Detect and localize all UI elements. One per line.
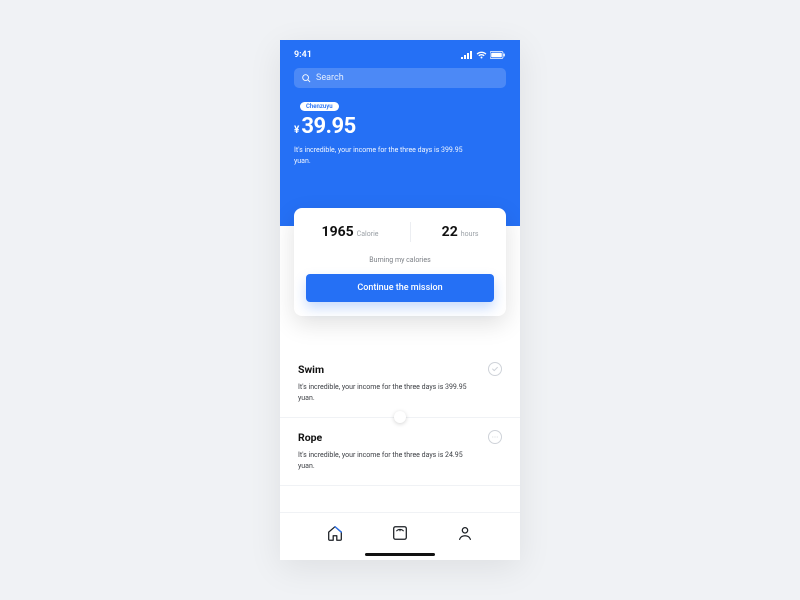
search-icon — [302, 74, 311, 83]
tab-profile[interactable] — [456, 524, 474, 542]
balance-subtitle: It's incredible, your income for the thr… — [294, 145, 464, 166]
tab-scale[interactable] — [391, 524, 409, 542]
stat-calories: 1965 Calorie — [322, 224, 379, 240]
check-circle-icon — [488, 362, 502, 376]
home-icon — [326, 524, 344, 542]
item-desc: It's incredible, your income for the thr… — [298, 450, 473, 471]
status-bar: 9:41 — [294, 50, 506, 60]
stats-row: 1965 Calorie 22 hours — [306, 222, 494, 242]
battery-icon — [490, 51, 506, 59]
tab-bar — [280, 512, 520, 560]
item-title: Rope — [298, 431, 322, 444]
profile-icon — [456, 524, 474, 542]
user-badge: Chenzuyu — [300, 102, 339, 111]
tab-home[interactable] — [326, 524, 344, 542]
list-item[interactable]: Swim It's incredible, your income for th… — [280, 350, 520, 418]
wifi-icon — [476, 51, 487, 59]
stats-card: 1965 Calorie 22 hours Burning my calorie… — [294, 208, 506, 316]
stat-hours-value: 22 — [442, 224, 458, 240]
list-item[interactable]: Rope It's incredible, your income for th… — [280, 418, 520, 486]
item-title: Swim — [298, 363, 324, 376]
balance-row: ¥ 39.95 — [294, 114, 506, 139]
activity-list: Swim It's incredible, your income for th… — [280, 350, 520, 512]
stat-calories-value: 1965 — [322, 224, 354, 240]
stats-caption: Burning my calories — [306, 256, 494, 264]
currency-symbol: ¥ — [294, 125, 299, 136]
item-desc: It's incredible, your income for the thr… — [298, 382, 473, 403]
more-circle-icon — [488, 430, 502, 444]
stat-hours-label: hours — [461, 230, 479, 238]
scale-icon — [391, 524, 409, 542]
vertical-divider — [410, 222, 411, 242]
status-icons — [461, 51, 506, 59]
search-placeholder: Search — [316, 73, 344, 83]
stat-calories-label: Calorie — [357, 230, 379, 238]
search-input[interactable]: Search — [294, 68, 506, 88]
header: 9:41 Search Chenzuyu ¥ 39.95 It's incred… — [280, 40, 520, 226]
balance-amount: 39.95 — [301, 114, 355, 139]
signal-icon — [461, 51, 473, 59]
home-indicator[interactable] — [365, 553, 435, 556]
phone-frame: 9:41 Search Chenzuyu ¥ 39.95 It's incred… — [280, 40, 520, 560]
status-time: 9:41 — [294, 50, 312, 60]
stat-hours: 22 hours — [442, 224, 479, 240]
continue-button[interactable]: Continue the mission — [306, 274, 494, 302]
